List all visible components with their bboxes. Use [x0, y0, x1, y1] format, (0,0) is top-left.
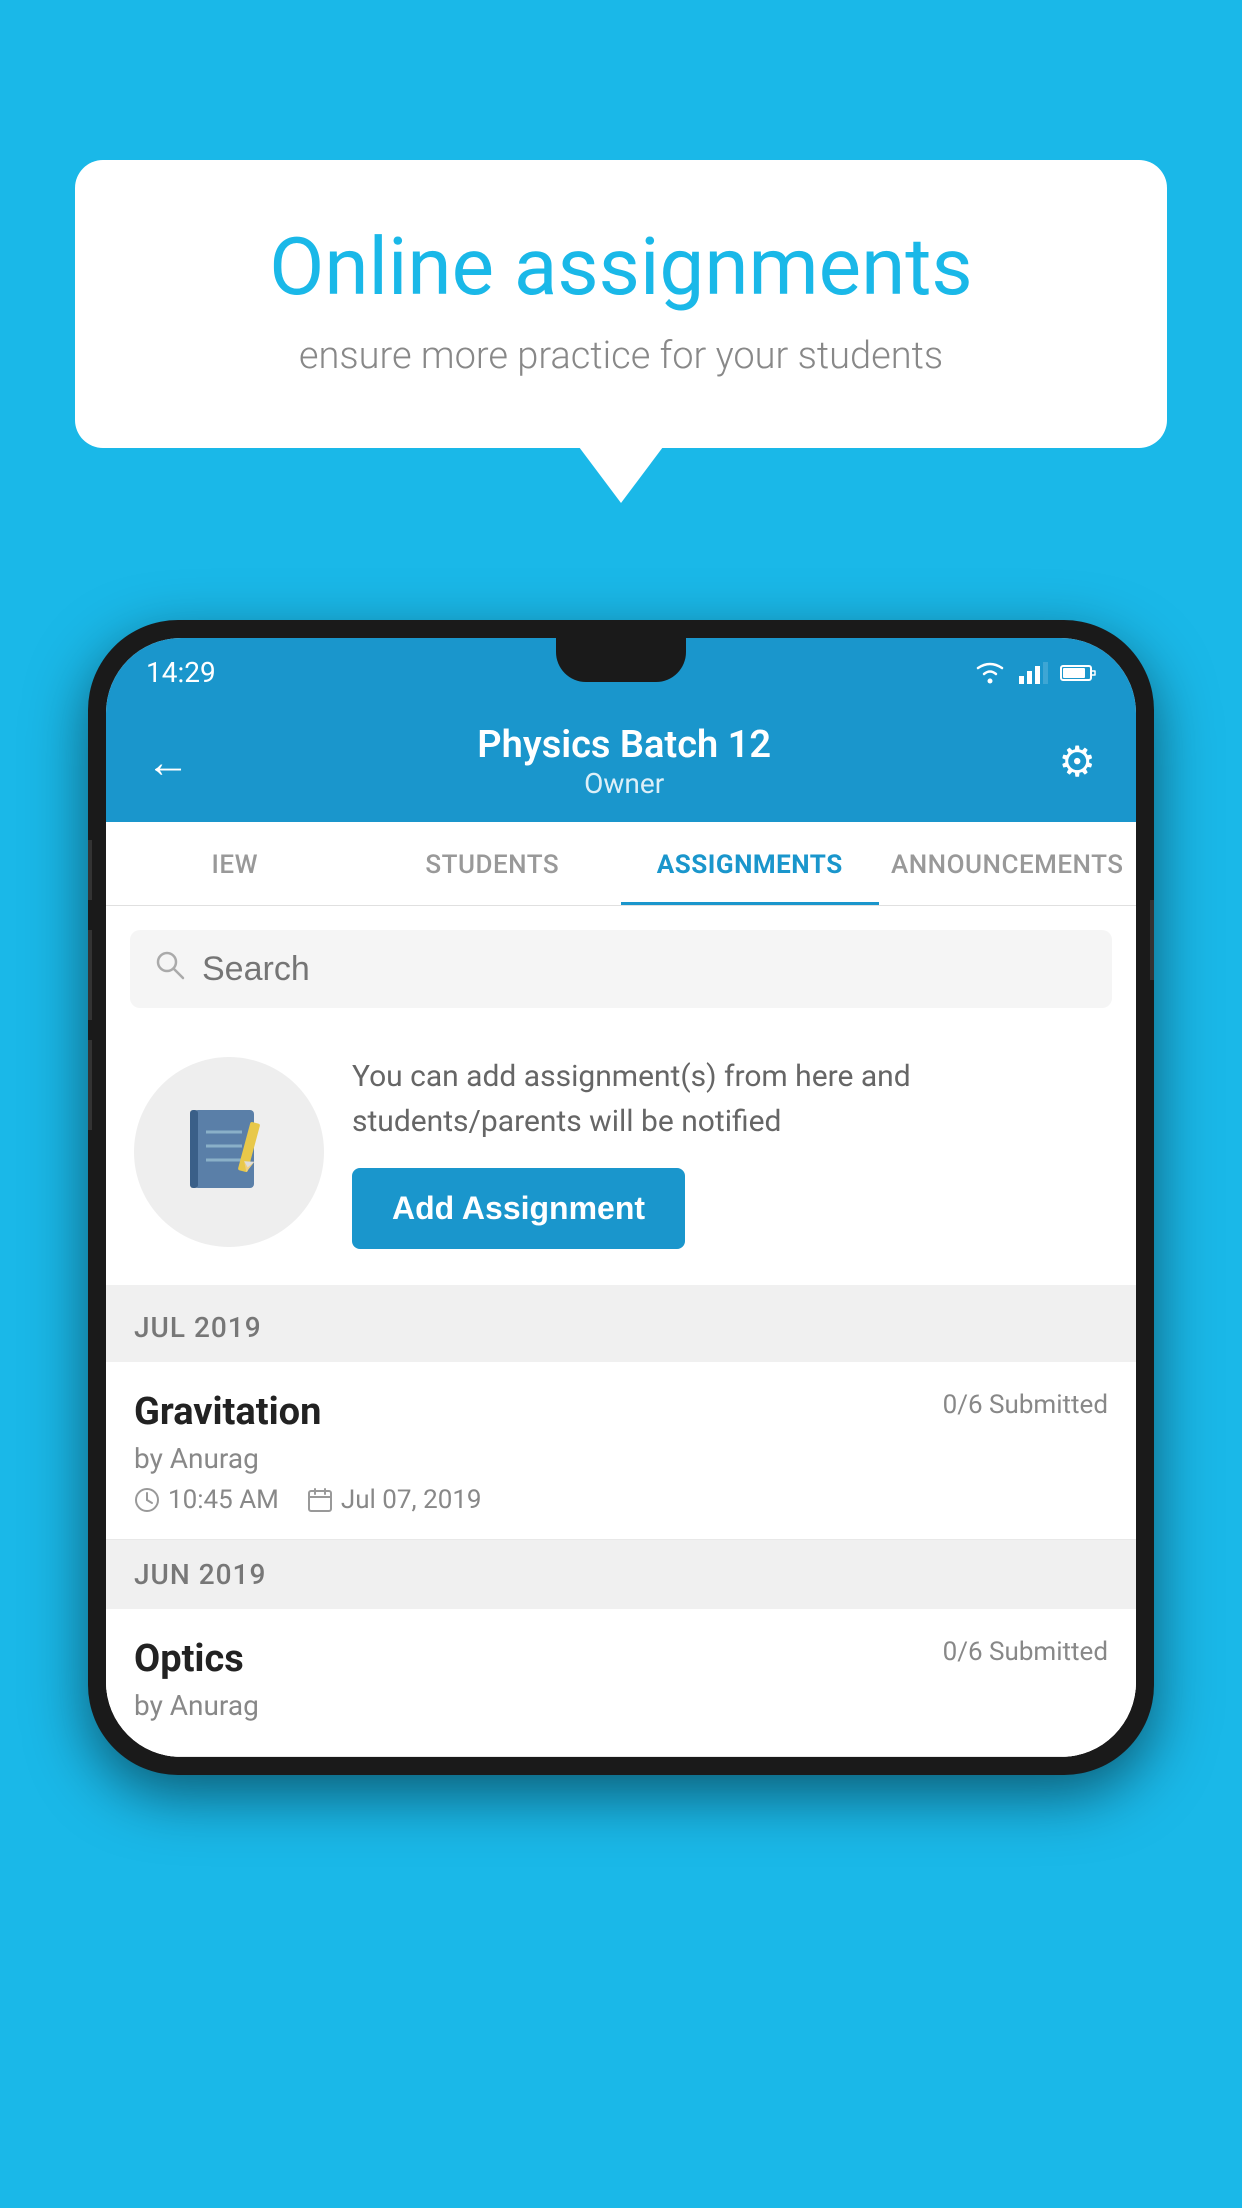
speech-bubble-subtext: ensure more practice for your students [145, 334, 1097, 378]
status-icons [973, 660, 1096, 686]
promo-icon-circle [134, 1057, 324, 1247]
assignment-item-gravitation[interactable]: Gravitation 0/6 Submitted by Anurag 10:4… [106, 1362, 1136, 1540]
content-area: You can add assignment(s) from here and … [106, 906, 1136, 1757]
section-header-jul: JUL 2019 [106, 1293, 1136, 1362]
assignment-top-optics: Optics 0/6 Submitted [134, 1637, 1108, 1681]
assignment-item-optics[interactable]: Optics 0/6 Submitted by Anurag [106, 1609, 1136, 1757]
signal-icon [1019, 662, 1048, 684]
settings-button[interactable]: ⚙ [1058, 737, 1096, 787]
section-header-jun: JUN 2019 [106, 1540, 1136, 1609]
assignment-by-optics: by Anurag [134, 1689, 1108, 1722]
search-input[interactable] [202, 950, 1088, 989]
header-title-area: Physics Batch 12 Owner [477, 723, 771, 800]
battery-icon [1060, 663, 1096, 683]
tab-students[interactable]: STUDENTS [364, 822, 622, 905]
time-value-gravitation: 10:45 AM [168, 1485, 279, 1515]
add-assignment-promo: You can add assignment(s) from here and … [106, 1024, 1136, 1293]
wifi-icon [973, 660, 1007, 686]
submitted-badge-optics: 0/6 Submitted [943, 1637, 1108, 1667]
speech-bubble: Online assignments ensure more practice … [75, 160, 1167, 448]
assignment-top-gravitation: Gravitation 0/6 Submitted [134, 1390, 1108, 1434]
add-assignment-button[interactable]: Add Assignment [352, 1168, 685, 1249]
assignment-meta-gravitation: 10:45 AM Jul 07, 2019 [134, 1485, 1108, 1515]
tab-assignments[interactable]: ASSIGNMENTS [621, 822, 879, 905]
tab-announcements[interactable]: ANNOUNCEMENTS [879, 822, 1137, 905]
assignment-name-gravitation: Gravitation [134, 1390, 321, 1434]
clock-icon [134, 1487, 160, 1513]
calendar-icon [307, 1487, 333, 1513]
date-value-gravitation: Jul 07, 2019 [341, 1485, 482, 1515]
batch-title: Physics Batch 12 [477, 723, 771, 767]
volume-up-button [88, 930, 92, 1020]
status-time: 14:29 [146, 656, 216, 689]
owner-label: Owner [477, 767, 771, 800]
assignment-name-optics: Optics [134, 1637, 244, 1681]
notch [556, 638, 686, 682]
search-bar[interactable] [130, 930, 1112, 1008]
assignment-time-gravitation: 10:45 AM [134, 1485, 279, 1515]
app-header: ← Physics Batch 12 Owner ⚙ [106, 701, 1136, 822]
speech-bubble-container: Online assignments ensure more practice … [75, 160, 1167, 448]
speech-bubble-heading: Online assignments [145, 220, 1097, 314]
tab-iew[interactable]: IEW [106, 822, 364, 905]
volume-down-button [88, 1040, 92, 1130]
phone-frame: 14:29 [88, 620, 1154, 1775]
search-icon [154, 948, 186, 990]
promo-description: You can add assignment(s) from here and … [352, 1054, 1108, 1144]
tabs-bar: IEW STUDENTS ASSIGNMENTS ANNOUNCEMENTS [106, 822, 1136, 906]
assignment-date-gravitation: Jul 07, 2019 [307, 1485, 482, 1515]
search-bar-wrapper [106, 906, 1136, 1024]
assignment-by-gravitation: by Anurag [134, 1442, 1108, 1475]
promo-text: You can add assignment(s) from here and … [352, 1054, 1108, 1249]
power-button [1150, 900, 1154, 980]
back-button[interactable]: ← [146, 736, 190, 788]
submitted-badge-gravitation: 0/6 Submitted [943, 1390, 1108, 1420]
phone-screen: 14:29 [106, 638, 1136, 1757]
volume-silent-button [88, 840, 92, 900]
phone-mockup: 14:29 [88, 620, 1154, 1775]
notebook-icon [184, 1102, 274, 1202]
